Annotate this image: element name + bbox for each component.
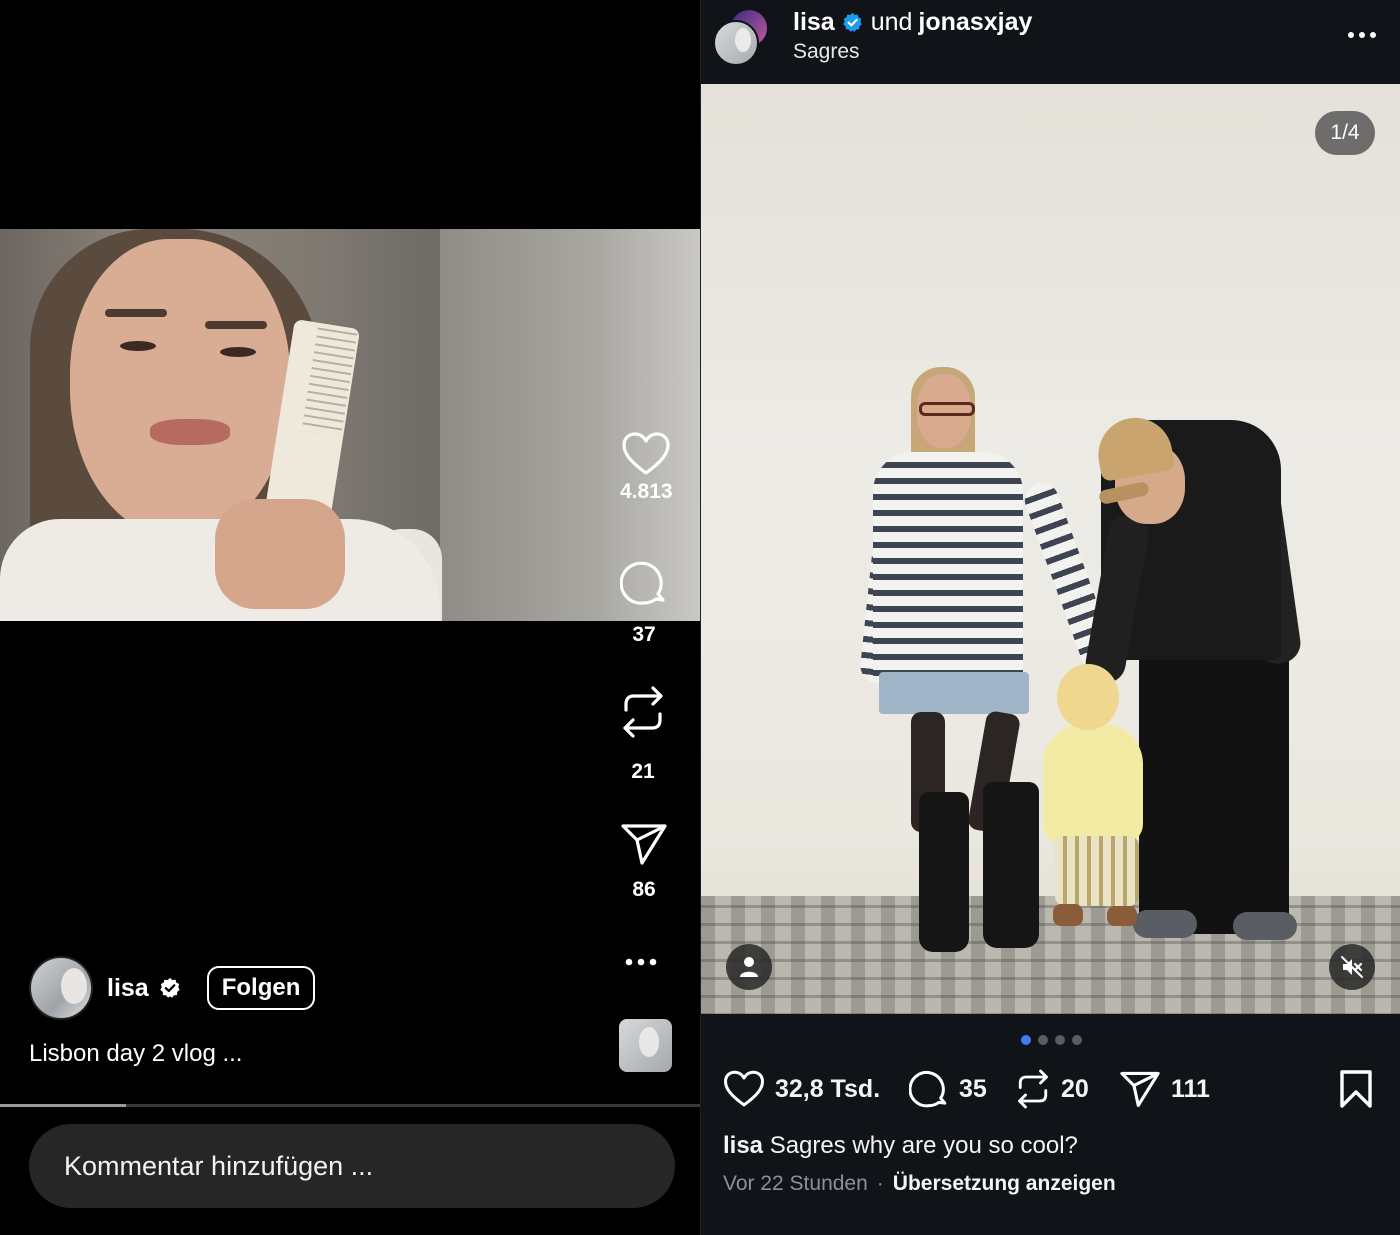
post-header: lisa und jonasxjay Sagres [701,0,1400,84]
comment-input[interactable] [29,1124,675,1208]
post-share-action[interactable]: 111 [1119,1067,1210,1111]
share-action[interactable]: 86 [620,822,668,902]
post-actions: 32,8 Tsd. 35 20 111 [723,1067,1379,1113]
bookmark-icon [1340,1070,1372,1108]
video-person-hand [215,499,345,609]
post-more-button[interactable] [1347,26,1377,44]
photo-man-shoe-right [1233,912,1297,940]
save-button[interactable] [1339,1067,1373,1111]
repost-icon[interactable] [1015,1068,1051,1110]
repost-action[interactable]: 21 [620,684,666,784]
carousel-dot[interactable] [1020,1035,1031,1045]
muted-speaker-icon [1341,956,1363,978]
reel-panel: 4.813 37 21 86 lisa Folgen Lisbon day 2 … [0,0,700,1235]
photo-woman-boot-left [919,792,969,952]
post-photo[interactable]: 1/4 [701,84,1400,1014]
caption-username[interactable]: lisa [723,1132,763,1159]
share-icon[interactable] [620,822,668,866]
share-count: 86 [632,878,656,901]
reel-video[interactable] [0,229,700,621]
post-comment-count: 35 [959,1074,987,1103]
collab-avatars[interactable] [713,8,773,68]
post-timestamp: Vor 22 Stunden [723,1172,868,1195]
more-options-button[interactable] [624,954,658,972]
video-brow-right [205,321,267,329]
carousel-dot[interactable] [1071,1035,1082,1045]
caption-text: Sagres why are you so cool? [769,1132,1078,1159]
carousel-dot[interactable] [1037,1035,1048,1045]
show-translation-link[interactable]: Übersetzung anzeigen [893,1172,1116,1196]
post-author-line: lisa und jonasxjay [793,8,1032,37]
avatar-lisa[interactable] [713,20,759,66]
audio-thumbnail[interactable] [619,1019,672,1072]
heart-icon[interactable] [723,1070,765,1108]
comment-icon[interactable] [620,559,668,607]
post-meta: Vor 22 Stunden · Übersetzung anzeigen [723,1172,1116,1196]
photo-woman-shirt [873,452,1023,682]
post-like-count[interactable]: 32,8 Tsd. [775,1075,880,1104]
video-lips [150,419,230,445]
photo-woman-boot-right [983,782,1039,948]
tagged-people-button[interactable] [726,944,772,990]
photo-man-shoe-left [1133,910,1197,938]
photo-woman-shorts [879,672,1029,714]
photo-man-pants [1139,644,1289,934]
video-eye-left [120,341,156,351]
post-caption: lisa Sagres why are you so cool? [723,1132,1078,1160]
comment-action[interactable]: 37 [620,559,668,647]
repost-icon[interactable] [620,684,666,740]
carousel-counter: 1/4 [1315,111,1375,155]
photo-toddler-shoe-right [1107,906,1137,926]
author-username-2[interactable]: jonasxjay [918,8,1032,37]
share-icon[interactable] [1119,1070,1161,1108]
photo-toddler-shoe-left [1053,904,1083,926]
creator-row: lisa Folgen [29,956,316,1020]
photo-woman-glasses [919,402,975,416]
carousel-dot[interactable] [1054,1035,1065,1045]
verified-badge-icon [159,977,180,998]
video-brow-left [105,309,167,317]
post-location[interactable]: Sagres [793,40,860,64]
post-repost-action[interactable]: 20 [1015,1067,1089,1111]
like-action[interactable]: 4.813 [620,432,673,504]
meta-separator: · [876,1172,884,1195]
comment-icon[interactable] [909,1069,949,1109]
like-count: 4.813 [620,480,673,503]
creator-avatar[interactable] [29,956,93,1020]
post-share-count: 111 [1171,1074,1210,1103]
more-icon [625,958,657,966]
comment-count: 37 [632,623,656,646]
comment-bar [0,1107,700,1235]
more-horizontal-icon [1348,32,1376,38]
post-repost-count: 20 [1061,1074,1089,1103]
video-person-face [70,239,290,539]
mute-toggle-button[interactable] [1329,944,1375,990]
heart-icon[interactable] [621,432,671,476]
photo-toddler-head [1057,664,1119,730]
photo-cobblestone-lines [701,896,1400,1014]
post-comment-action[interactable]: 35 [909,1067,987,1111]
follow-button[interactable]: Folgen [206,966,316,1010]
video-eye-right [220,347,256,357]
photo-toddler-sweater [1043,724,1143,844]
reel-caption[interactable]: Lisbon day 2 vlog ... [29,1040,242,1068]
photo-toddler-pants [1055,836,1139,906]
repost-count: 21 [631,760,655,783]
creator-username[interactable]: lisa [107,974,149,1003]
post-like-action[interactable]: 32,8 Tsd. [723,1067,880,1111]
author-joiner: und [870,8,913,36]
author-username-1[interactable]: lisa [793,8,835,37]
carousel-dots [701,1035,1400,1045]
post-panel: lisa und jonasxjay Sagres 1/4 32,8 Tsd. … [700,0,1400,1235]
verified-badge-icon [842,12,862,32]
tag-person-icon [740,957,758,977]
